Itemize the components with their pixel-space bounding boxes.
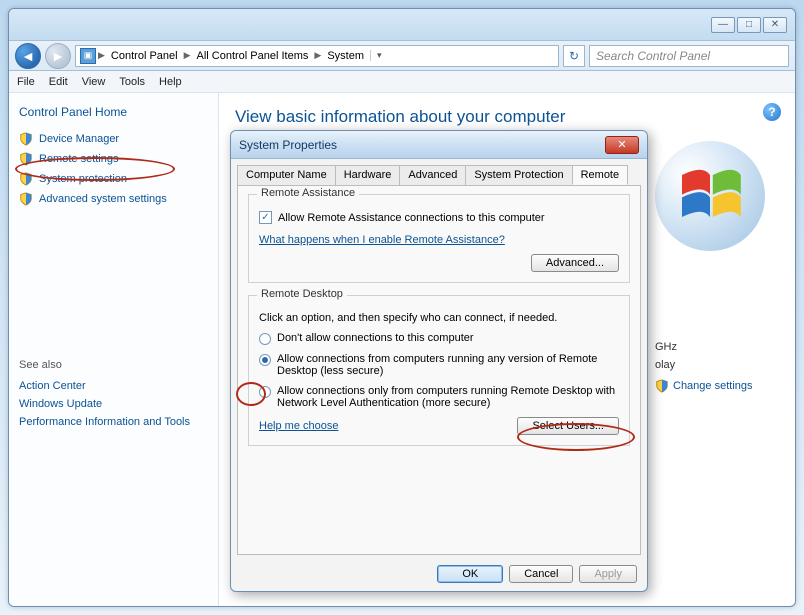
titlebar: — □ ✕ — [9, 9, 795, 41]
shield-icon — [19, 192, 33, 206]
shield-icon — [655, 379, 669, 393]
radio-allow-nla[interactable]: Allow connections only from computers ru… — [259, 385, 619, 409]
allow-remote-assistance-checkbox-row[interactable]: ✓ Allow Remote Assistance connections to… — [259, 211, 619, 224]
sidebar-item-label: System protection — [39, 173, 127, 185]
menu-view[interactable]: View — [82, 76, 106, 88]
radio-icon[interactable] — [259, 333, 271, 345]
tab-advanced[interactable]: Advanced — [399, 165, 466, 185]
refresh-button[interactable]: ↻ — [563, 45, 585, 67]
menu-help[interactable]: Help — [159, 76, 182, 88]
group-remote-assistance: Remote Assistance ✓ Allow Remote Assista… — [248, 194, 630, 283]
radio-label: Allow connections from computers running… — [277, 353, 619, 377]
see-also-section: See also Action Center Windows Update Pe… — [19, 359, 208, 431]
see-also-action-center[interactable]: Action Center — [19, 377, 208, 395]
shield-icon — [19, 172, 33, 186]
see-also-title: See also — [19, 359, 208, 371]
tab-computer-name[interactable]: Computer Name — [237, 165, 336, 185]
radio-icon[interactable] — [259, 354, 271, 366]
sidebar-item-label: Device Manager — [39, 133, 119, 145]
see-also-windows-update[interactable]: Windows Update — [19, 395, 208, 413]
remote-desktop-intro: Click an option, and then specify who ca… — [259, 312, 619, 324]
back-button[interactable]: ◄ — [15, 43, 41, 69]
group-remote-desktop: Remote Desktop Click an option, and then… — [248, 295, 630, 446]
control-panel-home-link[interactable]: Control Panel Home — [19, 105, 208, 119]
dialog-close-button[interactable]: ✕ — [605, 136, 639, 154]
radio-label: Allow connections only from computers ru… — [277, 385, 619, 409]
system-properties-dialog: System Properties ✕ Computer Name Hardwa… — [230, 130, 648, 592]
chevron-right-icon: ▶ — [184, 50, 191, 61]
forward-button[interactable]: ► — [45, 43, 71, 69]
tab-system-protection[interactable]: System Protection — [465, 165, 572, 185]
see-also-performance[interactable]: Performance Information and Tools — [19, 413, 208, 431]
breadcrumb[interactable]: ▣ ▶ Control Panel ▶ All Control Panel It… — [75, 45, 559, 67]
navbar: ◄ ► ▣ ▶ Control Panel ▶ All Control Pane… — [9, 41, 795, 71]
advanced-button[interactable]: Advanced... — [531, 254, 619, 272]
sidebar-item-system-protection[interactable]: System protection — [19, 169, 208, 189]
search-input[interactable]: Search Control Panel — [589, 45, 789, 67]
maximize-button[interactable]: □ — [737, 17, 761, 33]
sidebar-item-remote-settings[interactable]: Remote settings — [19, 149, 208, 169]
radio-icon[interactable] — [259, 386, 271, 398]
sidebar-item-label: Remote settings — [39, 153, 118, 165]
change-settings-label: Change settings — [673, 380, 753, 392]
apply-button[interactable]: Apply — [579, 565, 637, 583]
group-legend: Remote Desktop — [257, 288, 347, 300]
tabstrip: Computer Name Hardware Advanced System P… — [231, 159, 647, 185]
checkbox-label: Allow Remote Assistance connections to t… — [278, 212, 545, 224]
radio-dont-allow[interactable]: Don't allow connections to this computer — [259, 332, 619, 345]
dialog-titlebar: System Properties ✕ — [231, 131, 647, 159]
crumb[interactable]: All Control Panel Items — [193, 50, 313, 62]
control-panel-icon: ▣ — [80, 48, 96, 64]
chevron-right-icon: ▶ — [314, 50, 321, 61]
ghz-label: GHz — [655, 341, 795, 353]
menu-edit[interactable]: Edit — [49, 76, 68, 88]
help-me-choose-link[interactable]: Help me choose — [259, 420, 339, 432]
select-users-button[interactable]: Select Users... — [517, 417, 619, 435]
dialog-title-text: System Properties — [239, 138, 337, 152]
radio-label: Don't allow connections to this computer — [277, 332, 474, 344]
window-controls: — □ ✕ — [711, 17, 791, 33]
tab-hardware[interactable]: Hardware — [335, 165, 401, 185]
crumb[interactable]: System — [323, 50, 368, 62]
tab-panel-remote: Remote Assistance ✓ Allow Remote Assista… — [237, 185, 641, 555]
close-button[interactable]: ✕ — [763, 17, 787, 33]
crumb[interactable]: Control Panel — [107, 50, 182, 62]
menu-tools[interactable]: Tools — [119, 76, 145, 88]
help-icon[interactable]: ? — [763, 103, 781, 121]
right-info-strip: GHz olay Change settings — [655, 141, 795, 393]
radio-allow-any[interactable]: Allow connections from computers running… — [259, 353, 619, 377]
tab-remote[interactable]: Remote — [572, 165, 629, 185]
minimize-button[interactable]: — — [711, 17, 735, 33]
change-settings-link[interactable]: Change settings — [655, 379, 795, 393]
ok-button[interactable]: OK — [437, 565, 503, 583]
sidebar-item-advanced-system-settings[interactable]: Advanced system settings — [19, 189, 208, 209]
sidebar-item-label: Advanced system settings — [39, 193, 167, 205]
group-legend: Remote Assistance — [257, 187, 359, 199]
page-title: View basic information about your comput… — [235, 107, 779, 127]
shield-icon — [19, 152, 33, 166]
menu-file[interactable]: File — [17, 76, 35, 88]
sidebar-item-device-manager[interactable]: Device Manager — [19, 129, 208, 149]
what-happens-link[interactable]: What happens when I enable Remote Assist… — [259, 234, 619, 246]
windows-logo-orb — [655, 141, 765, 251]
menubar: File Edit View Tools Help — [9, 71, 795, 93]
checkbox-icon[interactable]: ✓ — [259, 211, 272, 224]
sidebar: Control Panel Home Device Manager Remote… — [9, 93, 219, 606]
chevron-right-icon: ▶ — [98, 50, 105, 61]
display-label-fragment: olay — [655, 359, 795, 371]
cancel-button[interactable]: Cancel — [509, 565, 573, 583]
breadcrumb-dropdown[interactable]: ▾ — [370, 50, 388, 61]
shield-icon — [19, 132, 33, 146]
dialog-button-row: OK Cancel Apply — [231, 565, 647, 583]
